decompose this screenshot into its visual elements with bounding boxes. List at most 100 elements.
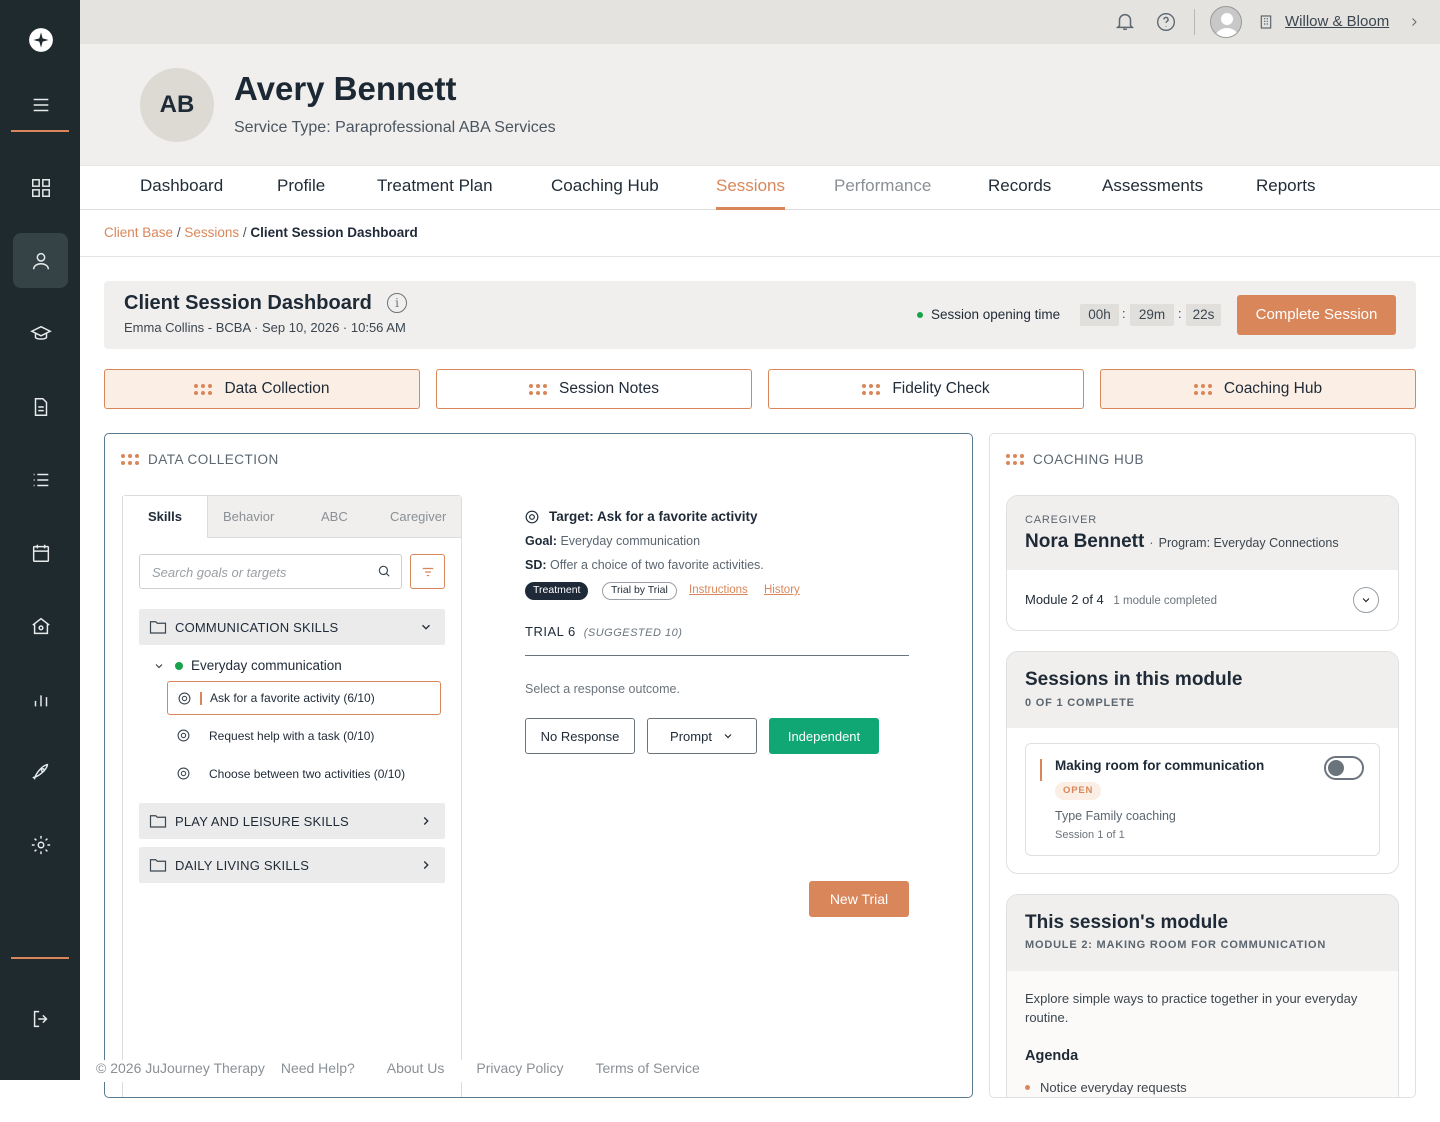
history-link[interactable]: History: [764, 584, 800, 596]
help-icon[interactable]: [1156, 12, 1176, 37]
target-title-text: Target: Ask for a favorite activity: [549, 509, 758, 524]
org-link[interactable]: Willow & Bloom: [1285, 13, 1389, 30]
target-label: Request help with a task (0/10): [209, 729, 375, 743]
skill-tab-skills[interactable]: Skills: [122, 496, 208, 538]
footer-link-about[interactable]: About Us: [387, 1060, 445, 1082]
menu-icon[interactable]: [13, 77, 68, 132]
target-label: Choose between two activities (0/10): [209, 767, 406, 781]
module-progress: Module 2 of 4 1 module completed: [1025, 592, 1217, 607]
breadcrumb-current: Client Session Dashboard: [250, 225, 418, 240]
footer-copyright: © 2026 JuJourney Therapy: [96, 1060, 265, 1076]
panel-tab-session-notes[interactable]: Session Notes: [436, 369, 752, 409]
graduation-cap-icon[interactable]: [13, 306, 68, 361]
target-icon: [178, 692, 191, 705]
tab-assessments[interactable]: Assessments: [1102, 176, 1203, 210]
target-item[interactable]: Choose between two activities (0/10): [167, 757, 441, 791]
breadcrumb-sep: /: [176, 225, 181, 240]
goal-label: Everyday communication: [191, 658, 342, 673]
panel-tab-fidelity-check[interactable]: Fidelity Check: [768, 369, 1084, 409]
panel-tab-coaching-hub[interactable]: Coaching Hub: [1100, 369, 1416, 409]
session-toggle[interactable]: [1324, 756, 1364, 780]
category-play-leisure-skills[interactable]: PLAY AND LEISURE SKILLS: [139, 803, 445, 839]
breadcrumb-client-base[interactable]: Client Base: [104, 225, 173, 240]
tab-sessions[interactable]: Sessions: [716, 176, 785, 210]
skill-tab-behavior[interactable]: Behavior: [223, 509, 274, 524]
footer-link-privacy[interactable]: Privacy Policy: [476, 1060, 563, 1082]
panel-title: COACHING HUB: [1006, 452, 1144, 467]
footer-link-help[interactable]: Need Help?: [281, 1060, 355, 1082]
tab-treatment-plan[interactable]: Treatment Plan: [377, 176, 493, 210]
tab-coaching-hub[interactable]: Coaching Hub: [551, 176, 659, 210]
target-icon: [177, 767, 190, 780]
topbar-divider: [1194, 9, 1195, 35]
instructions-link[interactable]: Instructions: [689, 584, 748, 596]
caregiver-card-header: CAREGIVER Nora Bennett · Program: Everyd…: [1007, 496, 1398, 570]
bar-chart-icon[interactable]: [13, 671, 68, 726]
tab-reports[interactable]: Reports: [1256, 176, 1316, 210]
tab-performance[interactable]: Performance: [834, 176, 931, 210]
building-icon: [1258, 13, 1274, 36]
session-accent-bar: [1040, 759, 1042, 781]
independent-button[interactable]: Independent: [769, 718, 879, 754]
home-family-icon[interactable]: [13, 598, 68, 653]
settings-icon[interactable]: [13, 817, 68, 872]
target-icon: [177, 729, 190, 742]
user-icon[interactable]: [13, 233, 68, 288]
trial-number: TRIAL 6: [525, 624, 576, 639]
category-communication-skills[interactable]: COMMUNICATION SKILLS: [139, 609, 445, 645]
chevron-down-icon: [155, 663, 163, 668]
session-item[interactable]: Making room for communication OPEN Type …: [1025, 743, 1380, 856]
panel-title: DATA COLLECTION: [121, 452, 279, 467]
rocket-icon[interactable]: [13, 744, 68, 799]
document-icon[interactable]: [13, 379, 68, 434]
divider: [80, 256, 1440, 257]
goal-key: Goal:: [525, 534, 557, 548]
select-prompt: Select a response outcome.: [525, 682, 680, 696]
drag-handle-icon[interactable]: [1006, 454, 1024, 465]
timer-sep: :: [1122, 306, 1126, 321]
search-icon[interactable]: [377, 564, 391, 583]
sidebar-divider: [11, 130, 69, 132]
breadcrumb-sep: /: [242, 225, 247, 240]
list-icon[interactable]: [13, 452, 68, 507]
top-bar: Willow & Bloom: [80, 0, 1440, 44]
sidebar: [0, 0, 80, 1080]
no-response-button[interactable]: No Response: [525, 718, 635, 754]
bell-icon[interactable]: [1114, 9, 1136, 38]
timer-seconds: 22s: [1186, 304, 1221, 326]
goal-item[interactable]: Everyday communication: [153, 658, 342, 673]
tab-profile[interactable]: Profile: [277, 176, 325, 210]
grid-icon[interactable]: [13, 160, 68, 215]
chevron-right-icon[interactable]: [1408, 15, 1420, 34]
timer-minutes: 29m: [1130, 304, 1174, 326]
target-goal: Goal: Everyday communication: [525, 534, 700, 548]
app-logo-icon[interactable]: [13, 12, 68, 67]
search-input[interactable]: Search goals or targets: [139, 554, 402, 589]
folder-icon: [149, 815, 167, 828]
module-number: Module 2 of 4: [1025, 592, 1104, 607]
breadcrumb-sessions[interactable]: Sessions: [184, 225, 239, 240]
module-expand-button[interactable]: [1353, 587, 1379, 613]
target-item[interactable]: Request help with a task (0/10): [167, 719, 441, 753]
footer-link-terms[interactable]: Terms of Service: [596, 1060, 700, 1082]
agenda-item-text: Notice everyday requests: [1040, 1080, 1187, 1095]
drag-handle-icon[interactable]: [121, 454, 139, 465]
skill-tab-abc[interactable]: ABC: [321, 509, 348, 524]
complete-session-button[interactable]: Complete Session: [1237, 295, 1396, 335]
skill-tab-caregiver[interactable]: Caregiver: [390, 509, 446, 524]
module-title: This session's module: [1025, 912, 1229, 933]
logout-icon[interactable]: [13, 991, 68, 1046]
new-trial-button[interactable]: New Trial: [809, 881, 909, 917]
avatar[interactable]: [1210, 6, 1242, 38]
tab-dashboard[interactable]: Dashboard: [140, 176, 223, 210]
target-item-selected[interactable]: Ask for a favorite activity (6/10): [167, 681, 441, 715]
panel-tab-data-collection[interactable]: Data Collection: [104, 369, 420, 409]
info-icon[interactable]: i: [387, 293, 407, 313]
caregiver-name: Nora Bennett: [1025, 531, 1145, 552]
caregiver-row: Nora Bennett · Program: Everyday Connect…: [1025, 531, 1339, 552]
tab-records[interactable]: Records: [988, 176, 1051, 210]
category-daily-living-skills[interactable]: DAILY LIVING SKILLS: [139, 847, 445, 883]
calendar-icon[interactable]: [13, 525, 68, 580]
filter-button[interactable]: [410, 554, 445, 589]
prompt-dropdown[interactable]: Prompt: [647, 718, 757, 754]
